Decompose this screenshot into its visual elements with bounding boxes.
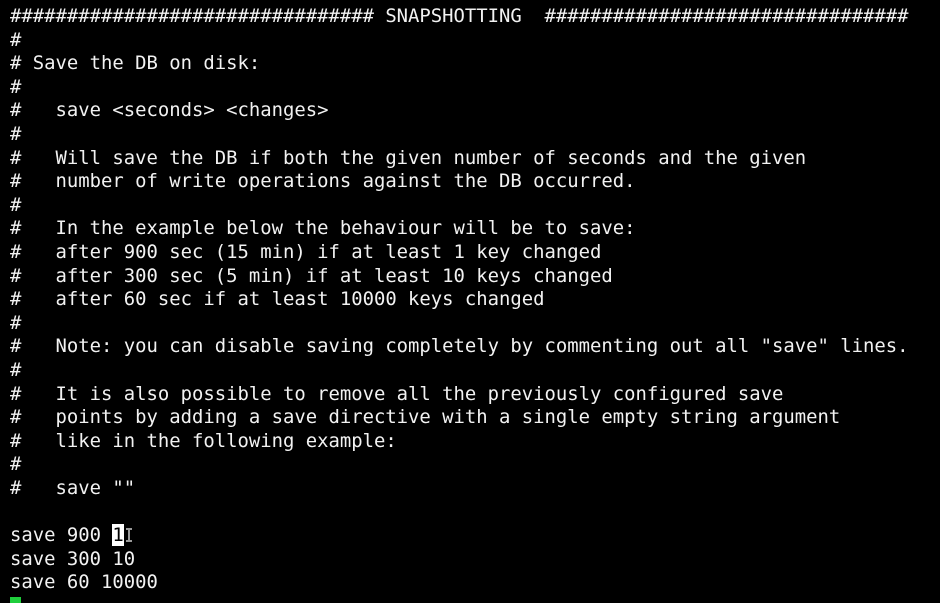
comment-line: # save "" (10, 476, 136, 499)
comment-line: # (10, 358, 22, 381)
comment-line: # points by adding a save directive with… (10, 406, 841, 429)
ibeam-cursor-icon (125, 527, 132, 542)
comment-line: # after 300 sec (5 min) if at least 10 k… (10, 264, 613, 287)
comment-line: # Save the DB on disk: (10, 52, 261, 75)
comment-line: # In the example below the behaviour wil… (10, 217, 636, 240)
comment-line: # after 900 sec (15 min) if at least 1 k… (10, 240, 602, 263)
section-header-line: ################################ SNAPSHO… (10, 5, 909, 27)
save-directive-text: save 900 (10, 524, 113, 547)
save-directive-line[interactable]: save 300 10 (10, 548, 908, 572)
terminal-window[interactable]: ################################ SNAPSHO… (0, 0, 940, 603)
comment-line: # (10, 28, 22, 51)
comment-line: # after 60 sec if at least 10000 keys ch… (10, 288, 545, 311)
comment-line: # (10, 75, 22, 98)
comment-line: # save <seconds> <changes> (10, 99, 329, 122)
comment-line: # like in the following example: (10, 429, 397, 452)
input-cursor (10, 597, 21, 603)
save-directive-line[interactable]: save 60 10000 (10, 571, 908, 595)
comment-line: # It is also possible to remove all the … (10, 382, 784, 405)
comment-line: # (10, 311, 22, 334)
comment-line: # (10, 453, 22, 476)
config-file-content[interactable]: ################################ SNAPSHO… (10, 5, 908, 595)
comment-line: # (10, 122, 22, 145)
save-directive-line-active[interactable]: save 900 1 (10, 524, 908, 548)
text-cursor[interactable]: 1 (112, 524, 124, 547)
comment-line: # Will save the DB if both the given num… (10, 146, 807, 169)
comment-line: # number of write operations against the… (10, 170, 636, 193)
comment-line: # Note: you can disable saving completel… (10, 335, 909, 358)
comment-line: # (10, 193, 22, 216)
